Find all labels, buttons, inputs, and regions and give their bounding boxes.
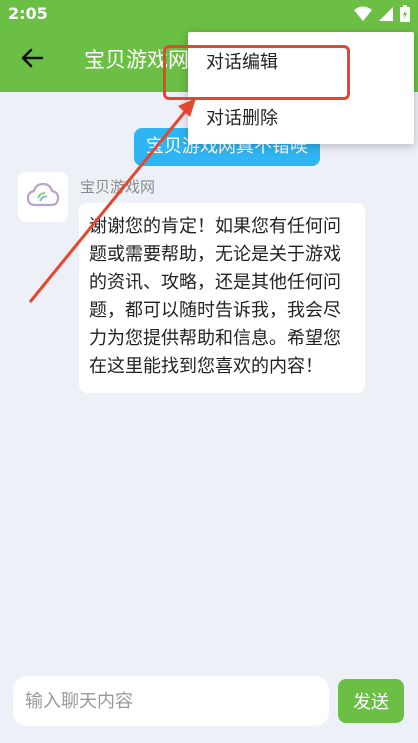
bot-name: 宝贝游戏网	[80, 178, 156, 196]
cloud-logo-icon	[26, 181, 60, 213]
bot-message-bubble[interactable]: 谢谢您的肯定！如果您有任何问题或需要帮助，无论是关于游戏的资讯、攻略，还是其他任…	[79, 203, 365, 393]
status-icons	[354, 5, 410, 26]
battery-icon	[400, 5, 410, 26]
send-button[interactable]: 发送	[338, 679, 404, 723]
wifi-icon	[354, 6, 372, 26]
chat-area[interactable]: 宝贝游戏网真不错唉 宝贝游戏网 谢谢您的肯定！如果您有任何问题或需要帮助，无论是…	[0, 92, 418, 667]
annotation-highlight-box	[163, 45, 350, 100]
menu-item-delete-conversation[interactable]: 对话删除	[206, 104, 278, 130]
back-arrow-icon	[21, 48, 44, 72]
status-time: 2:05	[8, 4, 48, 23]
input-bar: 发送	[0, 667, 418, 743]
status-bar: 2:05	[0, 0, 418, 28]
back-button[interactable]	[14, 42, 50, 78]
signal-icon	[378, 6, 394, 26]
avatar	[18, 172, 68, 222]
chat-input[interactable]	[13, 676, 329, 726]
